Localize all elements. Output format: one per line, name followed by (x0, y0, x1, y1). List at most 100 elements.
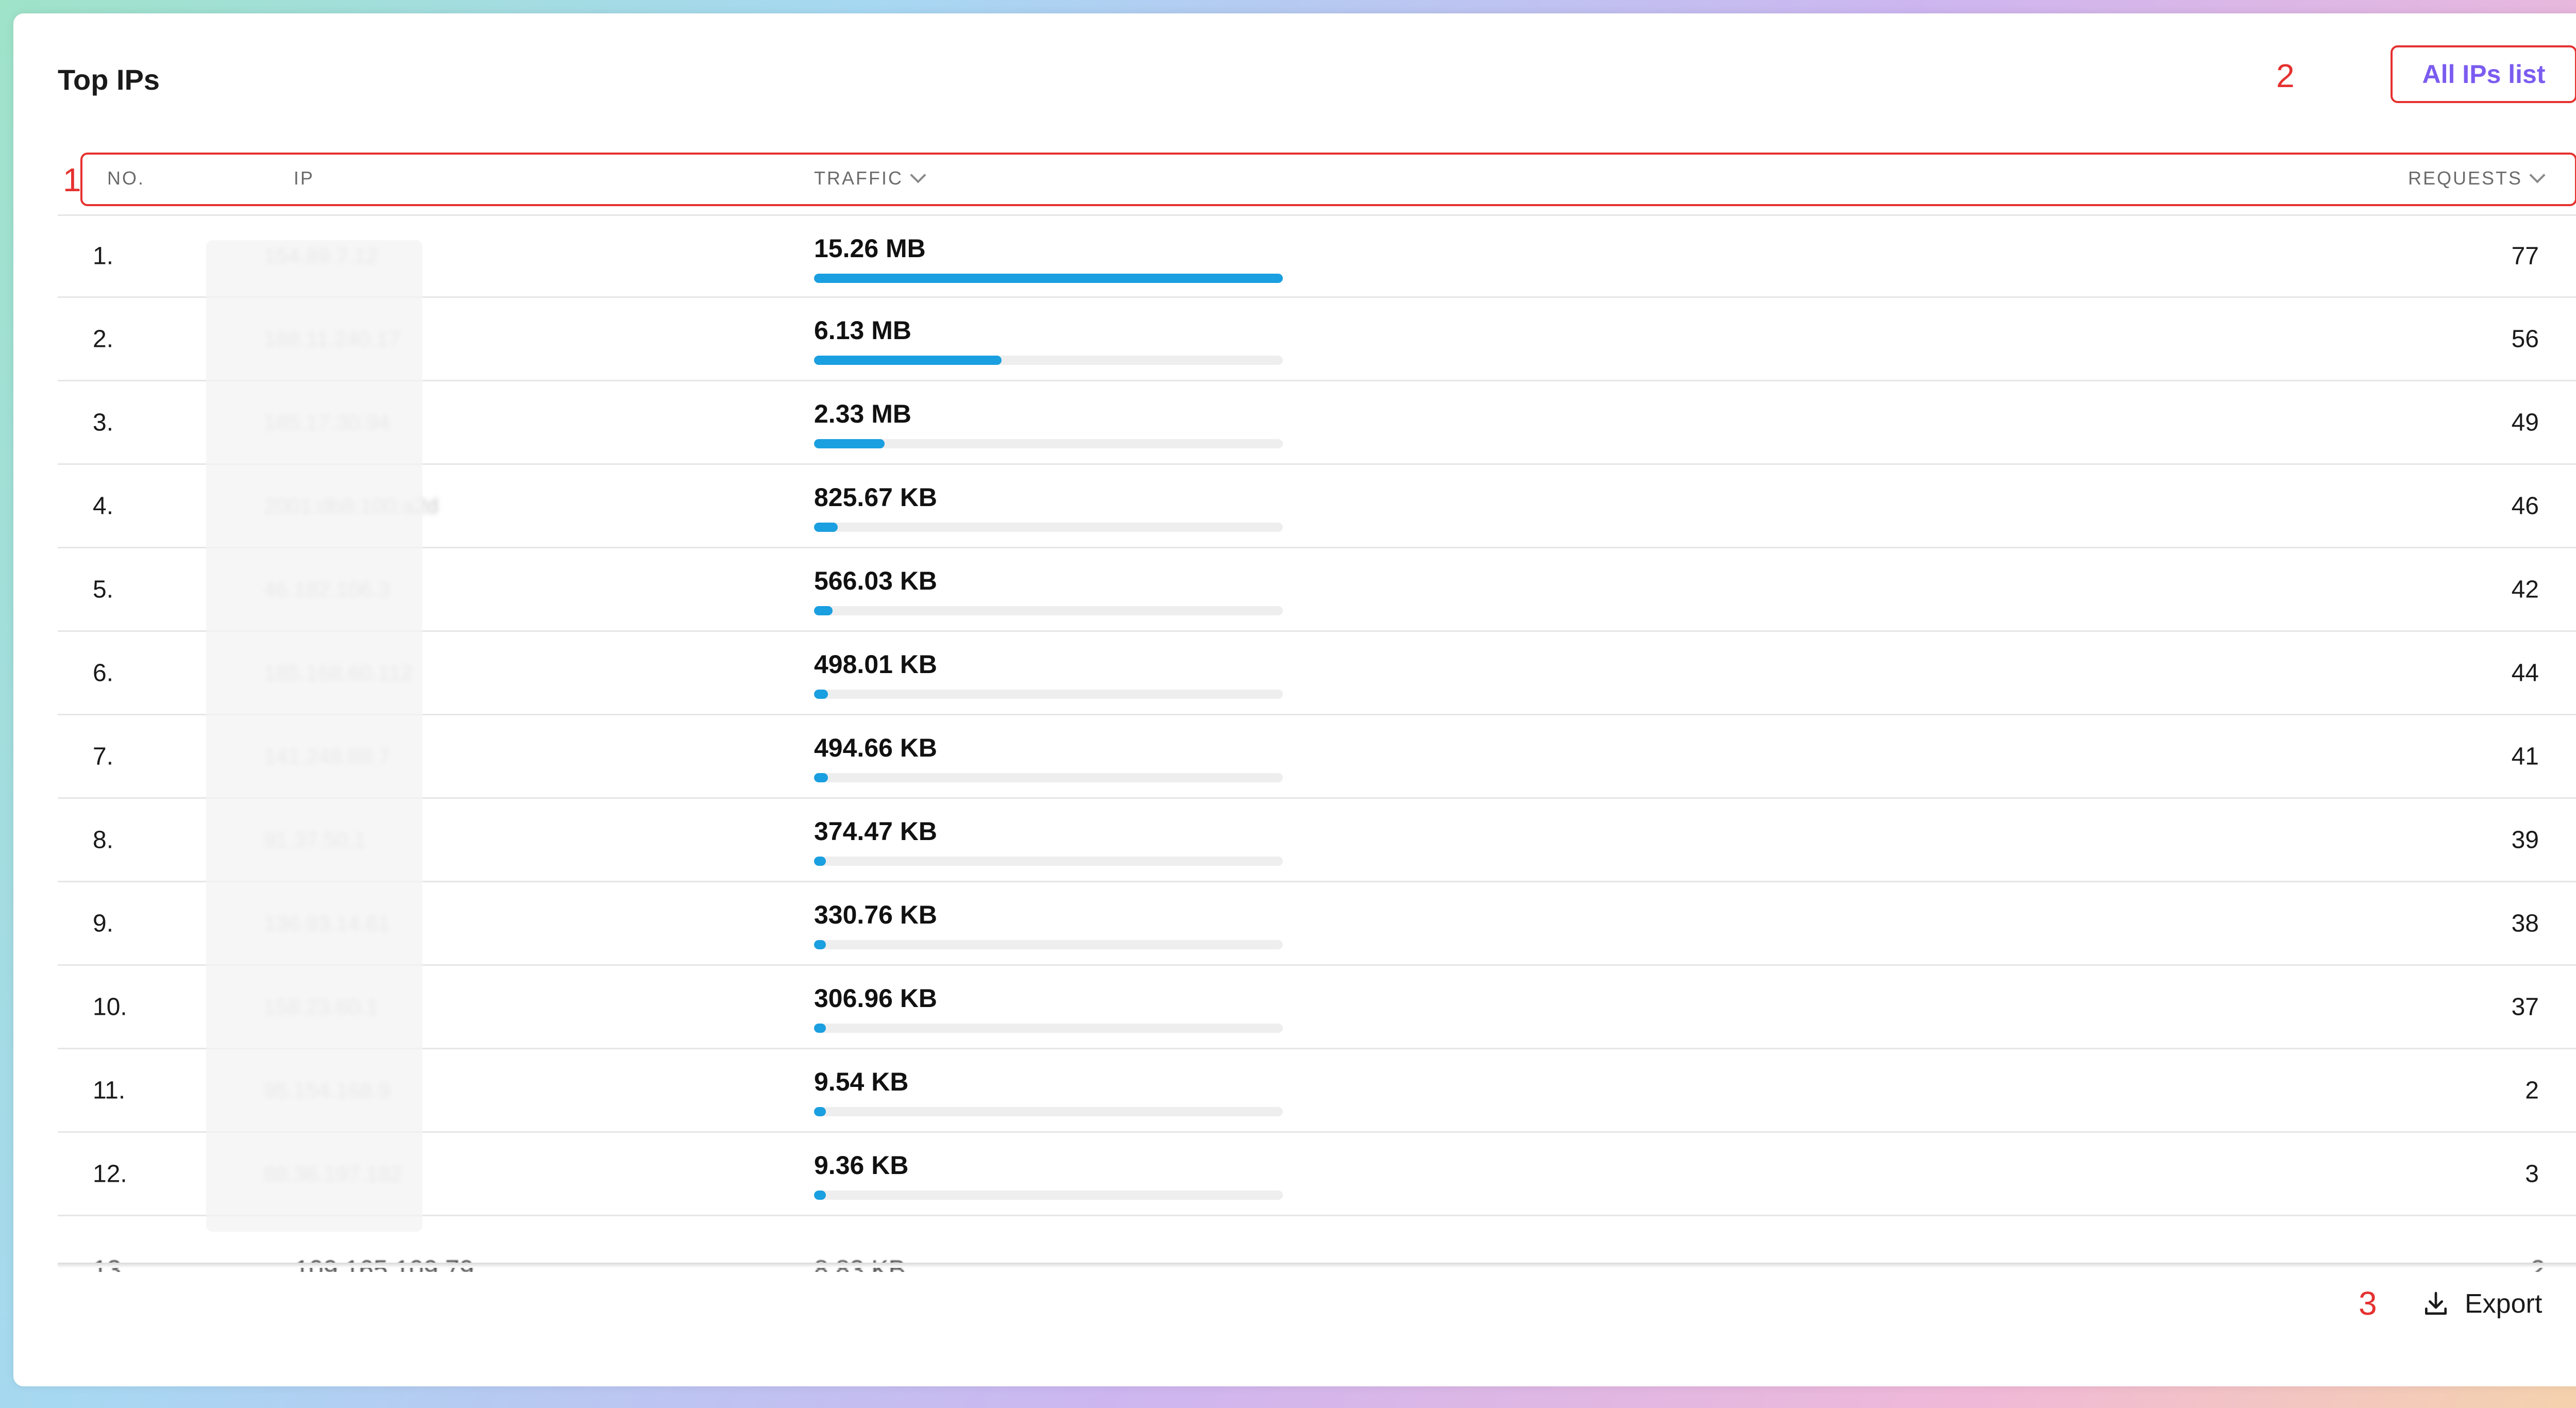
traffic-value: 566.03 KB (814, 566, 938, 595)
table-row[interactable]: 5.46.182.106.3566.03 KB42 (58, 548, 2576, 632)
traffic-bar-fill (814, 356, 1002, 365)
traffic-bar-fill (814, 1107, 826, 1116)
scroll-fade (58, 1263, 2576, 1268)
row-traffic: 566.03 KB (814, 566, 1283, 615)
traffic-bar-fill (814, 857, 826, 866)
row-number: 3. (93, 409, 114, 436)
traffic-value: 825.67 KB (814, 483, 938, 512)
row-number: 12. (93, 1160, 127, 1187)
column-header-label: NO. (107, 167, 145, 189)
row-requests: 41 (2511, 743, 2539, 770)
traffic-bar-track (814, 940, 1283, 949)
table-row[interactable]: 3.185.17.30.942.33 MB49 (58, 381, 2576, 465)
row-requests: 44 (2511, 659, 2539, 686)
traffic-bar-fill (814, 439, 885, 448)
table-header (80, 153, 2576, 206)
row-requests: 37 (2511, 993, 2539, 1020)
row-traffic: 498.01 KB (814, 649, 1283, 699)
traffic-bar-track (814, 1024, 1283, 1033)
traffic-value: 2.33 MB (814, 399, 911, 428)
traffic-value: 15.26 MB (814, 234, 926, 263)
traffic-value: 494.66 KB (814, 733, 938, 762)
row-number: 9. (93, 910, 114, 937)
traffic-bar-fill (814, 690, 828, 699)
traffic-value: 9.36 KB (814, 1151, 909, 1180)
page-title: Top IPs (58, 63, 160, 96)
column-header-ip: IP (294, 167, 314, 189)
row-number: 1. (93, 242, 114, 270)
traffic-bar-fill (814, 940, 826, 949)
traffic-value: 9.54 KB (814, 1067, 909, 1096)
row-requests: 39 (2511, 826, 2539, 853)
row-number: 7. (93, 743, 114, 770)
row-requests: 38 (2511, 910, 2539, 937)
traffic-bar-track (814, 523, 1283, 532)
row-number: 4. (93, 492, 114, 519)
column-header-no: NO. (107, 167, 145, 189)
traffic-bar-track (814, 356, 1283, 365)
row-requests: 56 (2511, 325, 2539, 353)
table-row[interactable]: 11.95.154.168.99.54 KB2 (58, 1049, 2576, 1133)
traffic-bar-fill (814, 523, 838, 532)
row-traffic: 15.26 MB (814, 233, 1283, 283)
annotation-label-3: 3 (2359, 1285, 2377, 1322)
table-row[interactable]: 6.185.168.60.112498.01 KB44 (58, 632, 2576, 715)
traffic-bar-fill (814, 274, 1283, 283)
table-row[interactable]: 8.91.37.50.1374.47 KB39 (58, 799, 2576, 882)
row-traffic: 494.66 KB (814, 733, 1283, 782)
export-button[interactable]: Export (2421, 1288, 2542, 1319)
traffic-bar-track (814, 857, 1283, 866)
traffic-bar-track (814, 690, 1283, 699)
traffic-bar-fill (814, 773, 828, 782)
traffic-bar-fill (814, 1191, 826, 1200)
column-header-label: IP (294, 167, 315, 189)
traffic-bar-fill (814, 606, 833, 615)
table-row[interactable]: 4.2001:db8:100:a2d825.67 KB46 (58, 465, 2576, 548)
row-traffic: 825.67 KB (814, 482, 1283, 532)
ip-table-body: 1.154.89.7.1215.26 MB772.188.11.240.176.… (58, 214, 2576, 1216)
traffic-bar-track (814, 773, 1283, 782)
row-traffic: 9.54 KB (814, 1067, 1283, 1116)
row-number: 5. (93, 576, 114, 603)
annotation-label-2: 2 (2276, 57, 2295, 94)
row-number: 8. (93, 826, 114, 853)
row-traffic: 2.33 MB (814, 399, 1283, 448)
row-requests: 46 (2511, 492, 2539, 519)
row-requests: 49 (2511, 409, 2539, 436)
traffic-bar-track (814, 439, 1283, 448)
row-number: 10. (93, 993, 127, 1020)
traffic-bar-track (814, 274, 1283, 283)
table-row[interactable]: 10.158.23.60.1306.96 KB37 (58, 966, 2576, 1049)
traffic-value: 306.96 KB (814, 984, 938, 1013)
table-row-partial: 13. 109.165.109.79 8.83 KB 2 (58, 1251, 2576, 1272)
ip-redaction-overlay (206, 240, 422, 1232)
chevron-down-icon[interactable] (2529, 167, 2546, 183)
table-row[interactable]: 12.88.36.197.1829.36 KB3 (58, 1133, 2576, 1216)
chevron-down-icon[interactable] (910, 167, 926, 183)
table-row[interactable]: 2.188.11.240.176.13 MB56 (58, 298, 2576, 381)
row-requests: 2 (2525, 1077, 2539, 1104)
traffic-bar-track (814, 606, 1283, 615)
row-requests: 77 (2511, 242, 2539, 270)
column-header-requests[interactable]: REQUESTS (2408, 167, 2546, 189)
row-number: 6. (93, 659, 114, 686)
traffic-bar-fill (814, 1024, 826, 1033)
traffic-value: 498.01 KB (814, 650, 938, 679)
table-row[interactable]: 7.141.248.88.7494.66 KB41 (58, 715, 2576, 799)
row-traffic: 9.36 KB (814, 1150, 1283, 1200)
all-ips-list-button[interactable]: All IPs list (2391, 45, 2576, 103)
annotation-label-1: 1 (63, 161, 81, 198)
row-number: 11. (93, 1077, 126, 1104)
row-traffic: 330.76 KB (814, 900, 1283, 949)
export-label: Export (2465, 1289, 2543, 1319)
row-traffic: 6.13 MB (814, 315, 1283, 365)
column-header-traffic[interactable]: TRAFFIC (814, 167, 926, 189)
row-requests: 42 (2511, 576, 2539, 603)
row-number: 2. (93, 325, 114, 353)
table-row[interactable]: 1.154.89.7.1215.26 MB77 (58, 214, 2576, 298)
table-row[interactable]: 9.136.93.14.61330.76 KB38 (58, 882, 2576, 966)
row-traffic: 306.96 KB (814, 983, 1283, 1033)
traffic-value: 6.13 MB (814, 316, 911, 345)
row-requests: 3 (2525, 1160, 2539, 1187)
column-header-label: TRAFFIC (814, 167, 903, 189)
